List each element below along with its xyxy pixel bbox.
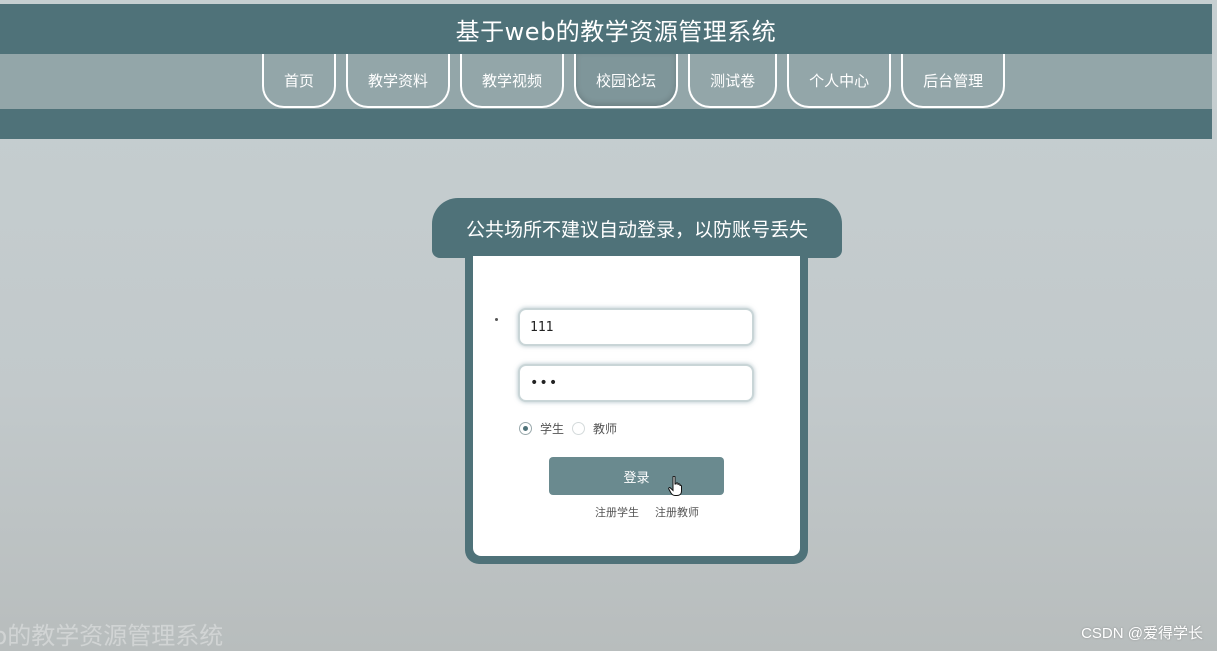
login-banner-text: 公共场所不建议自动登录，以防账号丢失 bbox=[465, 218, 808, 241]
nav-item-personal-center[interactable]: 个人中心 bbox=[787, 54, 892, 108]
login-button[interactable]: 登录 bbox=[549, 457, 724, 495]
role-selector: 学生 教师 bbox=[519, 420, 625, 437]
radio-checked-dot bbox=[523, 426, 528, 431]
top-header: 基于web的教学资源管理系统 bbox=[0, 4, 1212, 54]
nav-item-teaching-materials[interactable]: 教学资料 bbox=[346, 54, 451, 108]
nav-bottom-strip bbox=[0, 109, 1212, 139]
csdn-watermark: CSDN @爱得学长 bbox=[1081, 625, 1203, 642]
login-form: 学生 教师 登录 注册学生 注册教师 bbox=[473, 256, 800, 556]
nav-item-campus-forum[interactable]: 校园论坛 bbox=[574, 54, 679, 108]
role-student-radio[interactable] bbox=[519, 422, 532, 435]
login-card: 学生 教师 登录 注册学生 注册教师 bbox=[465, 256, 808, 564]
nav-item-home[interactable]: 首页 bbox=[262, 54, 337, 108]
nav-list: 首页 教学资料 教学视频 校园论坛 测试卷 个人中心 后台管理 bbox=[262, 54, 1006, 108]
role-teacher-radio[interactable] bbox=[572, 422, 586, 435]
nav-item-teaching-videos[interactable]: 教学视频 bbox=[460, 54, 565, 108]
site-title: 基于web的教学资源管理系统 bbox=[455, 17, 777, 46]
field-marker bbox=[495, 318, 498, 321]
register-links: 注册学生 注册教师 bbox=[595, 504, 699, 520]
main-nav: 首页 教学资料 教学视频 校园论坛 测试卷 个人中心 后台管理 bbox=[0, 54, 1212, 109]
login-banner: 公共场所不建议自动登录，以防账号丢失 bbox=[432, 198, 842, 258]
nav-item-admin[interactable]: 后台管理 bbox=[901, 54, 1006, 108]
username-input[interactable] bbox=[518, 308, 754, 346]
register-student-link[interactable]: 注册学生 bbox=[595, 504, 639, 520]
password-input[interactable] bbox=[518, 364, 754, 402]
nav-item-test-papers[interactable]: 测试卷 bbox=[688, 54, 778, 108]
footer-faded-title: b的教学资源管理系统 bbox=[0, 622, 224, 650]
register-teacher-link[interactable]: 注册教师 bbox=[655, 504, 699, 520]
role-teacher-label: 教师 bbox=[593, 422, 618, 436]
hand-cursor-icon bbox=[668, 476, 682, 496]
role-student-label: 学生 bbox=[540, 422, 565, 436]
